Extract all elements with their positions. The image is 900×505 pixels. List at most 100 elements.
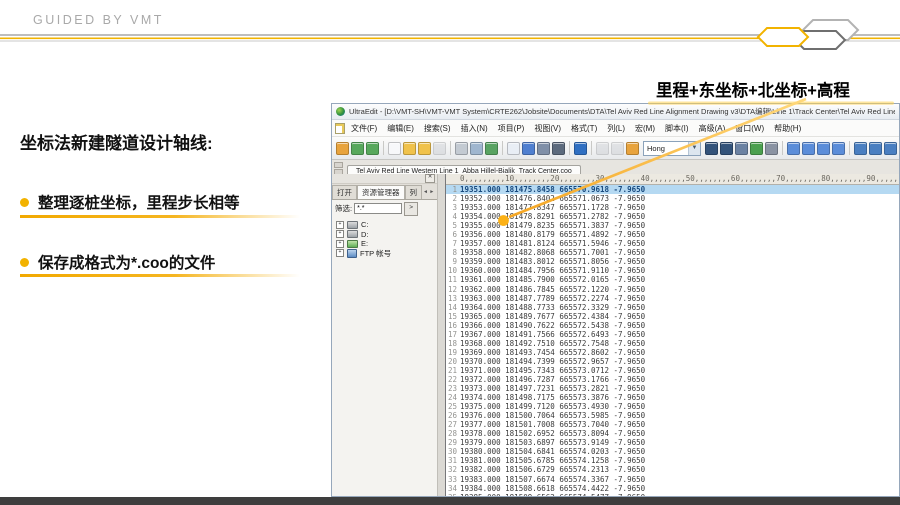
code-line[interactable]: 1619366.000 181490.7622 665572.5438 -7.9…	[446, 321, 899, 330]
lowercase-icon[interactable]	[817, 142, 830, 155]
filter-go-button[interactable]: >	[404, 202, 418, 216]
expand-icon[interactable]: +	[336, 221, 344, 229]
line-text: 19362.000 181486.7845 665572.1220 -7.965…	[460, 285, 645, 294]
code-line[interactable]: 3219382.000 181506.6729 665574.2313 -7.9…	[446, 465, 899, 474]
quick-open-icon[interactable]	[418, 142, 431, 155]
code-line[interactable]: 2319373.000 181497.7231 665573.2821 -7.9…	[446, 384, 899, 393]
expand-icon[interactable]: +	[336, 240, 344, 248]
document-icon[interactable]	[335, 123, 345, 134]
sort-icon[interactable]	[787, 142, 800, 155]
menu-item[interactable]: 项目(P)	[494, 123, 529, 134]
tab-open-files[interactable]: 打开	[332, 185, 357, 199]
chevron-down-icon[interactable]: ▼	[688, 142, 700, 155]
replace-icon[interactable]	[735, 142, 748, 155]
menu-item[interactable]: 帮助(H)	[770, 123, 805, 134]
code-line[interactable]: 2419374.000 181498.7175 665573.3876 -7.9…	[446, 393, 899, 402]
export-excel-icon[interactable]	[485, 142, 498, 155]
tree-node[interactable]: +C:	[336, 220, 437, 230]
compare-files-icon[interactable]	[522, 142, 535, 155]
window-titlebar[interactable]: UltraEdit - [D:\VMT-SH\VMT-VMT System\CR…	[332, 104, 899, 120]
expand-icon[interactable]: +	[336, 249, 344, 257]
tab-scroll-arrows-icon[interactable]: ◄ ►	[422, 189, 435, 195]
code-line[interactable]: 2719377.000 181501.7008 665573.7040 -7.9…	[446, 420, 899, 429]
save-icon[interactable]	[433, 142, 446, 155]
menu-item[interactable]: 窗口(W)	[731, 123, 768, 134]
paste-icon[interactable]	[626, 142, 639, 155]
code-line[interactable]: 2219372.000 181496.7287 665573.1766 -7.9…	[446, 375, 899, 384]
code-line[interactable]: 519355.000 181479.8235 665571.3837 -7.96…	[446, 221, 899, 230]
tab-lists[interactable]: 列	[405, 185, 423, 199]
find-in-files-icon[interactable]	[720, 142, 733, 155]
code-line[interactable]: 1919369.000 181493.7454 665572.8602 -7.9…	[446, 348, 899, 357]
code-line[interactable]: 919359.000 181483.8012 665571.8056 -7.96…	[446, 257, 899, 266]
html-page-icon[interactable]	[507, 142, 520, 155]
code-line[interactable]: 619356.000 181480.8179 665571.4892 -7.96…	[446, 230, 899, 239]
code-line[interactable]: 119351.000 181475.8458 665570.9618 -7.96…	[446, 185, 899, 194]
new-file-icon[interactable]	[388, 142, 401, 155]
code-line[interactable]: 1419364.000 181488.7733 665572.3329 -7.9…	[446, 303, 899, 312]
code-line[interactable]: 3119381.000 181505.6785 665574.1258 -7.9…	[446, 456, 899, 465]
code-line[interactable]: 1219362.000 181486.7845 665572.1220 -7.9…	[446, 285, 899, 294]
code-line[interactable]: 3319383.000 181507.6674 665574.3367 -7.9…	[446, 475, 899, 484]
code-line[interactable]: 219352.000 181476.8402 665571.0673 -7.96…	[446, 194, 899, 203]
open-folder-icon[interactable]	[403, 142, 416, 155]
menu-item[interactable]: 视图(V)	[530, 123, 565, 134]
capitalize-icon[interactable]	[832, 142, 845, 155]
print-preview-icon[interactable]	[470, 142, 483, 155]
code-line[interactable]: 1319363.000 181487.7789 665572.2274 -7.9…	[446, 294, 899, 303]
code-line[interactable]: 1719367.000 181491.7566 665572.6493 -7.9…	[446, 330, 899, 339]
code-line[interactable]: 1819368.000 181492.7510 665572.7548 -7.9…	[446, 339, 899, 348]
cascade-icon[interactable]	[884, 142, 897, 155]
font-select[interactable]: Hong ▼	[643, 141, 701, 156]
menu-item[interactable]: 搜索(S)	[420, 123, 455, 134]
close-icon[interactable]: ✕	[425, 174, 435, 183]
code-line[interactable]: 2919379.000 181503.6897 665573.9149 -7.9…	[446, 438, 899, 447]
menu-item[interactable]: 文件(F)	[347, 123, 381, 134]
menu-item[interactable]: 格式(T)	[567, 123, 601, 134]
menu-item[interactable]: 编辑(E)	[383, 123, 418, 134]
filter-input[interactable]	[354, 203, 402, 214]
code-line[interactable]: 3419384.000 181508.6618 665574.4422 -7.9…	[446, 484, 899, 493]
tab-explorer[interactable]: 资源管理器	[357, 185, 405, 199]
code-line[interactable]: 1119361.000 181485.7900 665572.0165 -7.9…	[446, 275, 899, 284]
code-line[interactable]: 2019370.000 181494.7399 665572.9657 -7.9…	[446, 357, 899, 366]
code-line[interactable]: 2819378.000 181502.6952 665573.8094 -7.9…	[446, 429, 899, 438]
tile-horizontal-icon[interactable]	[854, 142, 867, 155]
expand-icon[interactable]: +	[336, 230, 344, 238]
tile-vertical-icon[interactable]	[869, 142, 882, 155]
editor-area[interactable]: 0,,,,,,,,,10,,,,,,,,20,,,,,,,,30,,,,,,,,…	[445, 174, 899, 496]
code-line[interactable]: 2519375.000 181499.7120 665573.4930 -7.9…	[446, 402, 899, 411]
wizard-icon[interactable]	[336, 142, 349, 155]
tree-node[interactable]: +FTP 帐号	[336, 249, 437, 259]
line-number: 4	[446, 212, 460, 221]
menu-item[interactable]: 列(L)	[603, 123, 629, 134]
cut-icon[interactable]	[596, 142, 609, 155]
back-icon[interactable]	[351, 142, 364, 155]
print-icon[interactable]	[455, 142, 468, 155]
code-line[interactable]: 2119371.000 181495.7343 665573.0712 -7.9…	[446, 366, 899, 375]
find-icon[interactable]	[705, 142, 718, 155]
line-text: 19367.000 181491.7566 665572.6493 -7.965…	[460, 330, 645, 339]
menu-item[interactable]: 脚本(I)	[661, 123, 693, 134]
menu-item[interactable]: 插入(N)	[457, 123, 492, 134]
code-line[interactable]: 3519385.000 181509.6562 665574.5477 -7.9…	[446, 493, 899, 496]
column-mode-icon[interactable]	[537, 142, 550, 155]
code-line[interactable]: 719357.000 181481.8124 665571.5946 -7.96…	[446, 239, 899, 248]
menu-item[interactable]: 高级(A)	[695, 123, 730, 134]
code-line[interactable]: 2619376.000 181500.7064 665573.5985 -7.9…	[446, 411, 899, 420]
code-line[interactable]: 819358.000 181482.8068 665571.7001 -7.96…	[446, 248, 899, 257]
code-line[interactable]: 319353.000 181477.8347 665571.1728 -7.96…	[446, 203, 899, 212]
tree-node[interactable]: +D:	[336, 230, 437, 240]
code-line[interactable]: 1519365.000 181489.7677 665572.4384 -7.9…	[446, 312, 899, 321]
browser-view-icon[interactable]	[574, 142, 587, 155]
bookmark-icon[interactable]	[750, 142, 763, 155]
forward-icon[interactable]	[366, 142, 379, 155]
uppercase-icon[interactable]	[802, 142, 815, 155]
code-line[interactable]: 1019360.000 181484.7956 665571.9110 -7.9…	[446, 266, 899, 275]
hex-mode-icon[interactable]	[552, 142, 565, 155]
code-line[interactable]: 419354.000 181478.8291 665571.2782 -7.96…	[446, 212, 899, 221]
menu-item[interactable]: 宏(M)	[631, 123, 659, 134]
print-file-icon[interactable]	[765, 142, 778, 155]
copy-icon[interactable]	[611, 142, 624, 155]
code-line[interactable]: 3019380.000 181504.6841 665574.0203 -7.9…	[446, 447, 899, 456]
